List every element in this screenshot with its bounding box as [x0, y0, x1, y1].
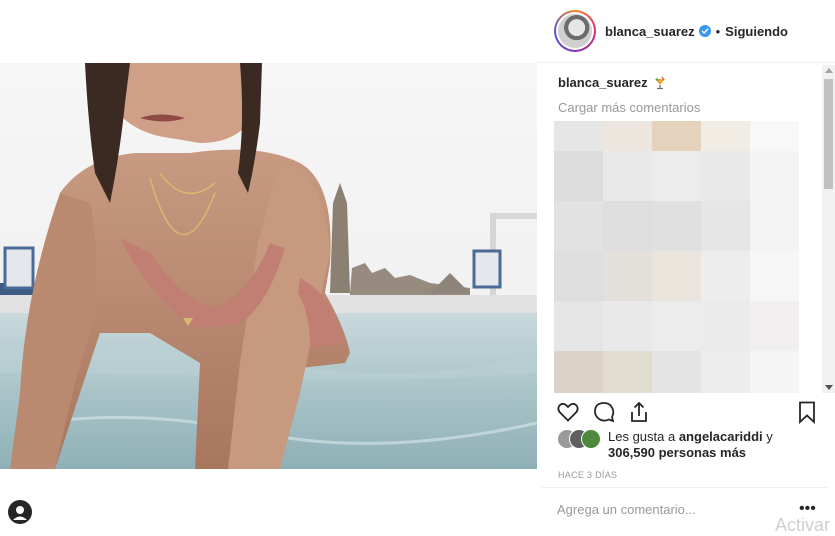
blur-tile	[652, 301, 701, 351]
blur-tile	[603, 301, 652, 351]
blur-tile	[750, 251, 799, 301]
avatar[interactable]	[581, 429, 601, 449]
blur-tile	[701, 251, 750, 301]
blur-tile	[603, 201, 652, 251]
comments-scrollbar[interactable]	[822, 65, 835, 393]
more-options-icon[interactable]: •••	[799, 501, 816, 517]
blur-tile	[652, 251, 701, 301]
blur-tile	[652, 151, 701, 201]
blur-tile	[554, 351, 603, 393]
blur-tile	[554, 201, 603, 251]
post-header: blanca_suarez • Siguiendo	[537, 0, 835, 63]
likes-conjunction: y	[762, 429, 773, 444]
share-icon[interactable]	[627, 400, 651, 424]
post-media-area	[0, 0, 537, 529]
user-circle-icon	[13, 506, 27, 520]
user-profile-icon[interactable]	[8, 500, 32, 524]
blur-tile	[554, 301, 603, 351]
blur-tile	[603, 251, 652, 301]
tropical-drink-icon	[654, 76, 665, 89]
likes-text: Les gusta a angelacariddi y 306,590 pers…	[608, 429, 773, 461]
blur-tile	[554, 151, 603, 201]
avatar[interactable]	[558, 14, 592, 48]
scroll-up-arrow-icon[interactable]	[825, 68, 833, 73]
post-photo[interactable]	[0, 63, 537, 469]
blur-tile	[750, 301, 799, 351]
avatar-frame	[556, 12, 594, 50]
comment-input[interactable]	[557, 502, 777, 517]
verified-badge-icon	[698, 25, 711, 37]
blur-tile	[603, 351, 652, 393]
blur-tile	[750, 351, 799, 393]
blur-tile	[750, 201, 799, 251]
windows-activation-watermark: Activar	[775, 515, 831, 535]
blur-tile	[652, 201, 701, 251]
scrollbar-thumb[interactable]	[824, 79, 833, 189]
caption: blanca_suarez	[558, 75, 667, 90]
liker-username[interactable]: angelacariddi	[679, 429, 763, 444]
story-ring[interactable]	[554, 10, 596, 52]
scroll-down-arrow-icon[interactable]	[825, 385, 833, 390]
blur-tile	[750, 151, 799, 201]
post-side-panel: blanca_suarez • Siguiendo blanca_suarez …	[537, 0, 835, 529]
load-more-comments-link[interactable]: Cargar más comentarios	[558, 100, 700, 115]
blur-tile	[701, 301, 750, 351]
heart-icon[interactable]	[556, 400, 580, 424]
post-actions-bar	[537, 396, 835, 426]
blur-tile	[701, 151, 750, 201]
blur-tile	[652, 351, 701, 393]
following-button[interactable]: Siguiendo	[725, 24, 788, 39]
likes-count-link[interactable]: 306,590 personas más	[608, 445, 746, 460]
likes-prefix: Les gusta a	[608, 429, 679, 444]
bookmark-icon[interactable]	[795, 400, 819, 424]
post-timestamp[interactable]: HACE 3 DÍAS	[558, 470, 617, 480]
blurred-comments-placeholder	[554, 121, 799, 393]
blur-tile	[554, 251, 603, 301]
caption-username[interactable]: blanca_suarez	[558, 75, 648, 90]
liker-avatars	[557, 429, 601, 449]
blur-tile	[701, 351, 750, 393]
separator-dot: •	[715, 23, 721, 39]
blur-tile	[701, 201, 750, 251]
blur-tile	[603, 151, 652, 201]
post-author-username[interactable]: blanca_suarez	[605, 24, 695, 39]
comments-section: blanca_suarez Cargar más comentarios	[554, 63, 826, 393]
comment-icon[interactable]	[592, 400, 616, 424]
post-photo-image	[0, 63, 537, 469]
likes-summary: Les gusta a angelacariddi y 306,590 pers…	[557, 429, 827, 461]
